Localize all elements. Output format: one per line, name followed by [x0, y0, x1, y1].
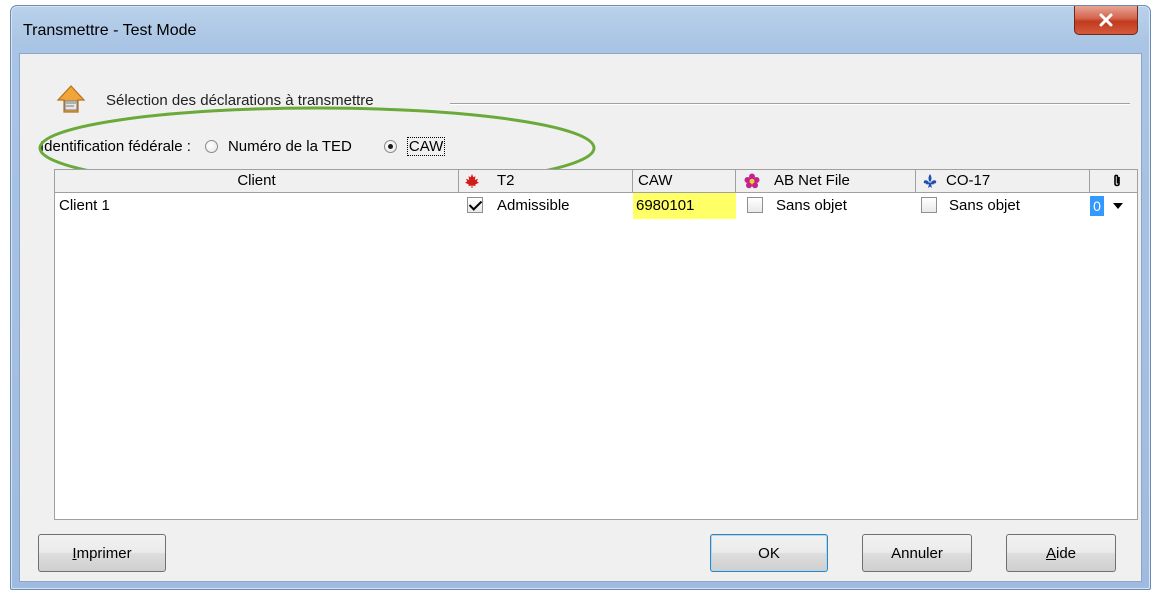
dropdown-button[interactable] [1108, 195, 1128, 217]
checkbox-ab-net-file[interactable] [747, 197, 763, 213]
close-button[interactable] [1074, 6, 1138, 35]
header-t2-label: T2 [497, 172, 515, 189]
column-header-co17[interactable]: CO-17 [916, 170, 1090, 192]
cell-client: Client 1 [59, 197, 110, 214]
alberta-rose-icon [744, 173, 760, 189]
radio-button[interactable] [204, 139, 218, 153]
dialog-window: Transmettre - Test Mode Sélection des dé… [10, 5, 1151, 590]
title-bar[interactable]: Transmettre - Test Mode [11, 6, 1150, 51]
print-button[interactable]: Imprimer [38, 534, 166, 572]
header-co17-label: CO-17 [946, 172, 991, 189]
paperclip-icon [1114, 174, 1120, 187]
print-label-rest: mprimer [76, 544, 132, 562]
attachments-count[interactable]: 0 [1090, 196, 1104, 216]
cell-ab-status: Sans objet [776, 197, 847, 214]
header-client-label: Client [237, 172, 276, 189]
help-label-rest: ide [1055, 544, 1077, 562]
transmit-icon [56, 85, 86, 113]
grid-header: Client T2 CAW AB Net File CO-17 [55, 170, 1137, 193]
checkbox-t2[interactable] [467, 197, 483, 213]
close-x-icon [1099, 13, 1113, 27]
cancel-button[interactable]: Annuler [862, 534, 972, 572]
section-divider [450, 103, 1130, 105]
checkbox-co17[interactable] [921, 197, 937, 213]
column-header-caw[interactable]: CAW [633, 170, 736, 192]
radio-button-selected[interactable] [383, 139, 397, 153]
table-row[interactable]: Client 1 Admissible 6980101 Sans objet S… [55, 193, 1137, 219]
help-label-mnemonic: A [1045, 544, 1056, 562]
chevron-down-icon [1113, 203, 1123, 209]
declarations-grid[interactable]: Client T2 CAW AB Net File CO-17 Client 1… [54, 169, 1138, 520]
fleur-de-lis-icon [923, 174, 937, 188]
radio-caw-label: CAW [406, 136, 446, 156]
ok-button[interactable]: OK [710, 534, 828, 572]
column-header-attachments[interactable] [1090, 170, 1137, 192]
column-header-ab-net-file[interactable]: AB Net File [736, 170, 916, 192]
cell-t2-status: Admissible [497, 197, 570, 214]
dialog-body: Sélection des déclarations à transmettre… [19, 53, 1142, 582]
federal-id-row: Identification fédérale : Numéro de la T… [40, 134, 477, 158]
column-header-t2[interactable]: T2 [459, 170, 633, 192]
attachments-dropdown[interactable]: 0 [1090, 195, 1134, 217]
header-caw-label: CAW [638, 172, 673, 189]
column-header-client[interactable]: Client [55, 170, 459, 192]
radio-ted-number[interactable]: Numéro de la TED [204, 137, 352, 155]
radio-caw[interactable]: CAW [383, 136, 446, 156]
cell-co17-status: Sans objet [949, 197, 1020, 214]
maple-leaf-icon [465, 174, 479, 188]
header-ab-label: AB Net File [774, 172, 850, 189]
ok-label: OK [758, 544, 780, 562]
window-title: Transmettre - Test Mode [23, 22, 197, 39]
cell-caw[interactable]: 6980101 [633, 193, 736, 219]
section-title: Sélection des déclarations à transmettre [106, 92, 374, 109]
cancel-label: Annuler [891, 544, 943, 562]
help-button[interactable]: Aide [1006, 534, 1116, 572]
federal-id-label: Identification fédérale : [40, 137, 191, 155]
radio-ted-label: Numéro de la TED [227, 137, 352, 155]
